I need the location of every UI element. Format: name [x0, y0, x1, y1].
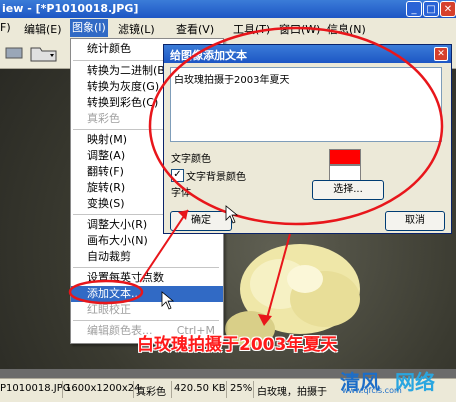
minimize-button[interactable]: _: [406, 1, 422, 17]
title-bar: iew - [*P1010018.JPG] _ □ ✕: [0, 0, 456, 18]
maximize-button[interactable]: □: [423, 1, 439, 17]
menu-item-canvas-size[interactable]: 画布大小(N): [71, 233, 223, 249]
text-color-swatch[interactable]: [329, 149, 361, 165]
cancel-button[interactable]: 取消: [385, 211, 445, 231]
menu-window[interactable]: 窗口(W): [279, 21, 320, 37]
menu-item-red-eye: 红眼校正: [87, 303, 131, 316]
ok-button[interactable]: 确定: [170, 211, 232, 231]
wrench-icon[interactable]: [4, 44, 26, 62]
text-input-area[interactable]: 白玫瑰拍摄于2003年夏天: [170, 67, 442, 142]
menu-tools[interactable]: 工具(T): [233, 21, 270, 37]
close-button[interactable]: ✕: [440, 1, 456, 17]
bg-color-swatch[interactable]: [329, 165, 361, 181]
select-font-button[interactable]: 选择...: [312, 180, 384, 200]
watermark-url: www.qfcis.com: [342, 386, 402, 395]
menu-edit[interactable]: 编辑(E): [24, 21, 62, 37]
font-label: 字体: [171, 188, 191, 199]
status-filesize: 420.50 KB: [174, 383, 226, 394]
dialog-title: 给图像添加文本: [170, 49, 247, 62]
status-filename: P1010018.JPG: [0, 383, 71, 394]
status-color-mode: 真彩色: [136, 387, 166, 398]
menu-item-add-text[interactable]: 添加文本...: [71, 286, 223, 302]
dialog-close-icon[interactable]: ✕: [434, 47, 448, 61]
menu-image[interactable]: 图象(I): [70, 19, 108, 37]
open-folder-icon[interactable]: [28, 42, 62, 64]
status-dimensions: 1600x1200x24: [65, 383, 141, 394]
bg-color-label: 文字背景颜色: [186, 172, 246, 183]
menu-filter[interactable]: 滤镜(L): [118, 21, 155, 37]
image-caption: 白玫瑰拍摄于2003年夏天: [137, 335, 338, 355]
dialog-title-bar: 给图像添加文本 ✕: [164, 45, 451, 63]
text-color-label: 文字颜色: [171, 154, 211, 165]
window-title: iew - [*P1010018.JPG]: [2, 2, 139, 15]
menu-info[interactable]: 信息(N): [327, 21, 366, 37]
menu-item-auto-crop[interactable]: 自动裁剪: [71, 249, 223, 265]
menu-item-set-dpi[interactable]: 设置每英寸点数: [71, 270, 223, 286]
menu-view[interactable]: 查看(V): [176, 21, 214, 37]
menu-bar: F) 编辑(E) 图象(I) 滤镜(L) 查看(V) 工具(T) 窗口(W) 信…: [0, 18, 456, 38]
menu-file[interactable]: F): [0, 21, 11, 34]
status-zoom: 25%: [230, 383, 253, 394]
status-extra: 白玫瑰，拍摄于: [257, 387, 327, 398]
bg-color-checkbox[interactable]: ✓: [171, 169, 184, 182]
add-text-dialog: 给图像添加文本 ✕ 白玫瑰拍摄于2003年夏天 文字颜色 ✓ 文字背景颜色 字体…: [163, 44, 452, 234]
